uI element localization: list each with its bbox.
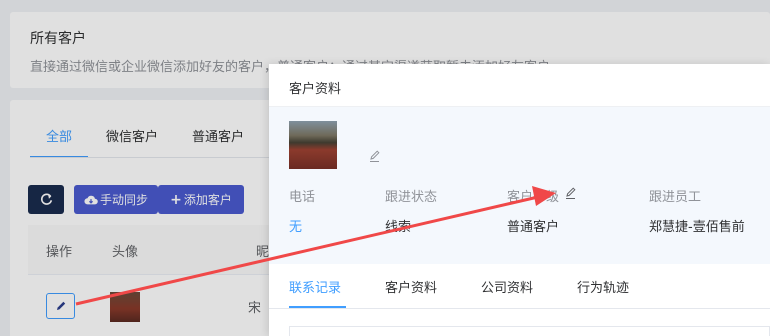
tab-behavior-trail[interactable]: 行为轨迹 [577, 277, 629, 296]
drawer-title: 客户资料 [289, 82, 342, 97]
field-value-customer-level: 普通客户 [507, 220, 560, 235]
tab-customer-info[interactable]: 客户资料 [385, 277, 437, 296]
field-label-phone: 电话 [289, 190, 316, 205]
field-label-follow-status: 跟进状态 [385, 190, 438, 205]
tab-contact-records[interactable]: 联系记录 [289, 277, 341, 296]
edit-avatar-pencil-icon[interactable] [368, 149, 382, 163]
customer-profile-drawer: 客户资料 电话 跟进状态 客户等级 跟进员工 无 线索 普通客户 郑慧捷-壹佰售… [269, 64, 770, 336]
profile-section: 电话 跟进状态 客户等级 跟进员工 无 线索 普通客户 郑慧捷-壹佰售前 [269, 107, 770, 264]
field-value-follow-status: 线索 [385, 220, 412, 235]
field-label-follow-staff: 跟进员工 [649, 190, 702, 205]
drawer-header: 客户资料 [269, 64, 770, 107]
drawer-tabs: 联系记录 客户资料 公司资料 行为轨迹 [269, 264, 770, 309]
contact-records-panel [289, 326, 770, 336]
tab-company-info[interactable]: 公司资料 [481, 277, 533, 296]
drawer-tab-active-indicator [289, 306, 346, 308]
field-value-follow-staff: 郑慧捷-壹佰售前 [649, 220, 745, 235]
customer-profile-avatar [289, 121, 337, 169]
field-value-phone: 无 [289, 220, 303, 235]
edit-level-pencil-icon[interactable] [564, 186, 578, 200]
field-label-customer-level: 客户等级 [507, 190, 560, 205]
